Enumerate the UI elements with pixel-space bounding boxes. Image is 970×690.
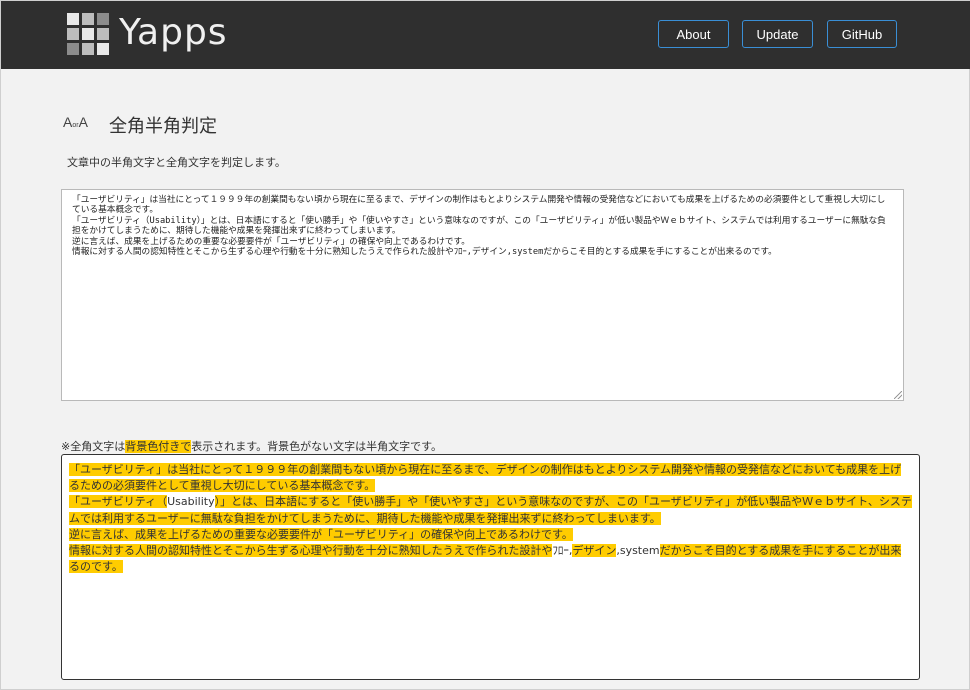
legend-note: ※全角文字は背景色付きで表示されます。背景色がない文字は半角文字です。: [61, 438, 442, 454]
result-line: 「ユーザビリティ」は当社にとって１９９９年の創業間もない頃から現在に至るまで、デ…: [69, 462, 912, 494]
icon-letter-a: A: [63, 114, 73, 130]
halfwidth-segment: Usability: [167, 495, 215, 509]
page-title: 全角半角判定: [109, 116, 217, 137]
note-prefix: ※全角文字は: [61, 440, 126, 453]
top-navbar: Yapps About Update GitHub: [1, 1, 970, 69]
resize-handle[interactable]: [894, 391, 902, 399]
note-suffix: 表示されます。背景色がない文字は半角文字です。: [191, 440, 443, 453]
logo-grid-icon: [67, 13, 109, 55]
fullwidth-segment: 「ユーザビリティ（: [69, 495, 168, 509]
fullwidth-halfwidth-icon: AorA: [63, 114, 88, 132]
fullwidth-segment: デザイン: [572, 544, 617, 558]
fullwidth-segment: 逆に言えば、成果を上げるための重要な必要要件が「ユーザビリティ」の確保や向上であ…: [69, 527, 573, 541]
fullwidth-segment: 情報に対する人間の認知特性とそこから生ずる心理や行動を十分に熟知したうえで作られ…: [69, 544, 553, 558]
text-input[interactable]: [61, 189, 904, 401]
logo-text[interactable]: Yapps: [119, 12, 228, 53]
fullwidth-segment: 「ユーザビリティ」は当社にとって１９９９年の創業間もない頃から現在に至るまで、デ…: [69, 463, 902, 493]
github-button[interactable]: GitHub: [827, 20, 897, 48]
note-highlight: 背景色付きで: [125, 440, 192, 453]
result-line: 情報に対する人間の認知特性とそこから生ずる心理や行動を十分に熟知したうえで作られ…: [69, 543, 912, 575]
result-line: 「ユーザビリティ（Usability）」とは、日本語にすると「使い勝手」や「使い…: [69, 494, 912, 526]
halfwidth-segment: ,system: [616, 544, 660, 558]
result-panel: 「ユーザビリティ」は当社にとって１９９９年の創業間もない頃から現在に至るまで、デ…: [61, 454, 920, 680]
page-description: 文章中の半角文字と全角文字を判定します。: [67, 156, 286, 169]
icon-letter-a-wide: A: [78, 114, 88, 130]
halfwidth-segment: ﾌﾛｰ: [552, 544, 569, 558]
update-button[interactable]: Update: [742, 20, 813, 48]
result-line: 逆に言えば、成果を上げるための重要な必要要件が「ユーザビリティ」の確保や向上であ…: [69, 527, 912, 543]
about-button[interactable]: About: [658, 20, 729, 48]
